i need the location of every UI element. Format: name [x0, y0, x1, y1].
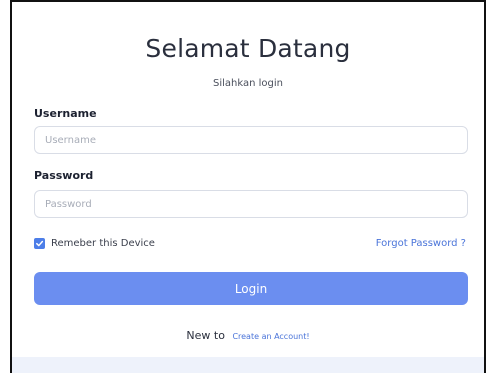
password-input[interactable] — [34, 190, 468, 218]
bottom-band — [12, 357, 484, 373]
forgot-password-link[interactable]: Forgot Password ? — [376, 238, 466, 249]
password-label: Password — [34, 169, 94, 182]
signup-prompt: New to Create an Account! — [12, 329, 484, 342]
remember-label: Remeber this Device — [51, 238, 155, 249]
remember-device-toggle[interactable]: Remeber this Device — [34, 238, 155, 249]
username-input[interactable] — [34, 126, 468, 154]
new-to-text: New to — [186, 329, 225, 342]
page-subtitle: Silahkan login — [213, 78, 283, 89]
checkmark-icon — [36, 240, 44, 247]
login-card: Selamat Datang Silahkan login Username P… — [10, 0, 486, 373]
remember-checkbox[interactable] — [34, 238, 45, 249]
username-label: Username — [34, 107, 97, 120]
login-button[interactable]: Login — [34, 272, 468, 305]
page-title: Selamat Datang — [145, 34, 351, 63]
create-account-link[interactable]: Create an Account! — [232, 332, 309, 341]
